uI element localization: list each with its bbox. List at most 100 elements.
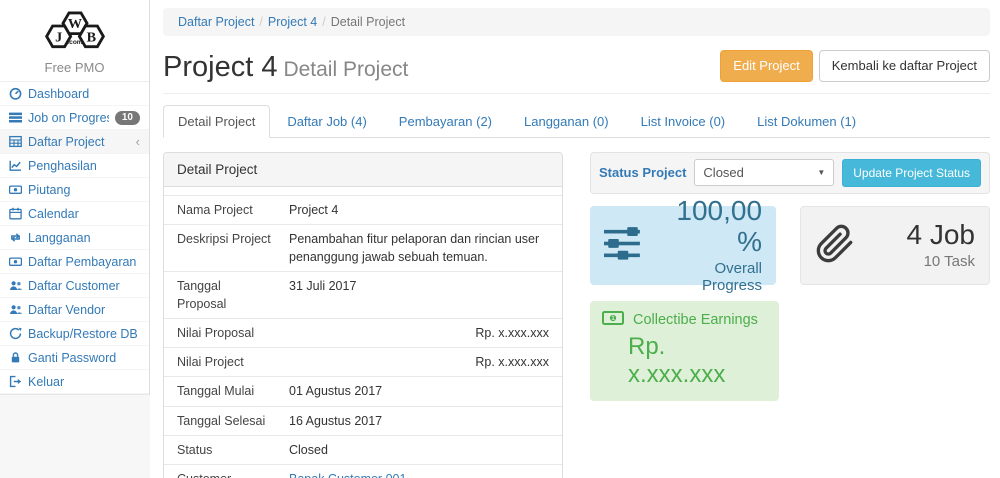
svg-text:J: J [55, 29, 62, 45]
sidebar-item-daftar-customer[interactable]: Daftar Customer [0, 274, 149, 298]
sidebar-item-label: Langganan [28, 231, 140, 245]
table-row: Nilai Project Rp. x.xxx.xxx [164, 348, 562, 377]
paperclip-icon [815, 224, 855, 267]
row-value: Bapak Customer 001 [276, 464, 562, 478]
tab-detail-project[interactable]: Detail Project [163, 105, 270, 138]
header-actions: Edit Project Kembali ke daftar Project [720, 50, 990, 84]
project-title: Project 4 [163, 51, 277, 83]
tab-list-dokumen[interactable]: List Dokumen (1) [742, 105, 871, 138]
job-text: 4 Job 10 Task [867, 220, 975, 270]
sidebar-item-label: Daftar Project [28, 135, 130, 149]
right-column: Status Project Closed ▼ Update Project S… [590, 152, 990, 401]
sidebar-item-label: Backup/Restore DB [28, 327, 140, 341]
brand-name: Free PMO [0, 60, 149, 75]
sidebar-item-calendar[interactable]: Calendar [0, 202, 149, 226]
sidebar-item-daftar-vendor[interactable]: Daftar Vendor [0, 298, 149, 322]
detail-project-panel: Detail Project Nama Project Project 4 De… [163, 152, 563, 478]
sidebar-item-ganti-password[interactable]: Ganti Password [0, 346, 149, 370]
sidebar-item-label: Penghasilan [28, 159, 140, 173]
page-header: Project 4Detail Project Edit Project Kem… [163, 50, 990, 94]
row-label: Nilai Project [164, 348, 276, 377]
status-select-value: Closed [703, 165, 743, 180]
row-label: Nilai Proposal [164, 319, 276, 348]
tab-list-invoice[interactable]: List Invoice (0) [626, 105, 741, 138]
sidebar-item-daftar-pembayaran[interactable]: Daftar Pembayaran [0, 250, 149, 274]
sidebar-item-label: Daftar Pembayaran [28, 255, 140, 269]
row-label: Nama Project [164, 195, 276, 224]
row-value: Penambahan fitur pelaporan dan rincian u… [276, 224, 562, 271]
progress-value: 100,00 % [654, 196, 762, 258]
sidebar-item-piutang[interactable]: Piutang [0, 178, 149, 202]
breadcrumb-separator: / [322, 15, 325, 29]
table-row: Tanggal Selesai 16 Agustus 2017 [164, 406, 562, 435]
svg-text:W: W [67, 16, 81, 32]
sidebar-nav: Dashboard Job on Progress 10 Daftar Proj… [0, 82, 149, 394]
tab-langganan[interactable]: Langganan (0) [509, 105, 624, 138]
earnings-value: Rp. x.xxx.xxx [628, 333, 767, 389]
svg-text:B: B [86, 29, 96, 45]
retweet-icon [9, 231, 22, 244]
status-select[interactable]: Closed ▼ [694, 159, 834, 186]
sidebar-item-backup-restore-db[interactable]: Backup/Restore DB [0, 322, 149, 346]
row-label: Customer [164, 464, 276, 478]
sidebar-item-label: Piutang [28, 183, 140, 197]
sidebar-item-penghasilan[interactable]: Penghasilan [0, 154, 149, 178]
row-value: Rp. x.xxx.xxx [276, 348, 562, 377]
sidebar-item-job-on-progress[interactable]: Job on Progress 10 [0, 106, 149, 130]
table-row: Status Closed [164, 435, 562, 464]
app-layout: W J B .com Free PMO Dashboard Job on Pro… [0, 0, 1000, 478]
edit-project-button[interactable]: Edit Project [720, 50, 812, 82]
users-icon [9, 279, 22, 292]
tab-pembayaran[interactable]: Pembayaran (2) [384, 105, 507, 138]
row-label: Tanggal Proposal [164, 271, 276, 318]
tab-bar: Detail Project Daftar Job (4) Pembayaran… [163, 105, 990, 138]
row-label: Tanggal Selesai [164, 406, 276, 435]
detail-table: Nama Project Project 4 Deskripsi Project… [164, 195, 562, 478]
update-project-status-button[interactable]: Update Project Status [842, 159, 981, 187]
row-label: Tanggal Mulai [164, 377, 276, 406]
row-value: 01 Agustus 2017 [276, 377, 562, 406]
stat-cards-row: 100,00 % Overall Progress 4 Job 10 Task [590, 206, 990, 285]
sidebar-item-dashboard[interactable]: Dashboard [0, 82, 149, 106]
back-to-project-list-button[interactable]: Kembali ke daftar Project [819, 50, 990, 82]
main-content: Daftar Project / Project 4 / Detail Project … [150, 0, 1000, 478]
sign-out-icon [9, 375, 22, 388]
dashboard-icon [9, 87, 22, 100]
breadcrumb: Daftar Project / Project 4 / Detail Project [163, 8, 990, 36]
table-row: Tanggal Proposal 31 Juli 2017 [164, 271, 562, 318]
overall-progress-card: 100,00 % Overall Progress [590, 206, 776, 285]
tasks-icon [604, 227, 642, 263]
sidebar-item-daftar-project[interactable]: Daftar Project ‹ [0, 130, 149, 154]
sidebar-item-label: Daftar Customer [28, 279, 140, 293]
task-count: 10 Task [867, 253, 975, 270]
customer-link[interactable]: Bapak Customer 001 [289, 472, 406, 478]
row-label: Status [164, 435, 276, 464]
progress-text: 100,00 % Overall Progress [654, 196, 762, 294]
breadcrumb-link-project-4[interactable]: Project 4 [268, 15, 317, 29]
earnings-header: 1 Collectibe Earnings [602, 311, 767, 329]
sidebar-item-langganan[interactable]: Langganan [0, 226, 149, 250]
refresh-icon [9, 327, 22, 340]
table-row: Nilai Proposal Rp. x.xxx.xxx [164, 319, 562, 348]
sidebar-item-keluar[interactable]: Keluar [0, 370, 149, 394]
row-label: Deskripsi Project [164, 224, 276, 271]
sidebar-item-label: Job on Progress [28, 111, 109, 125]
progress-caption: Overall Progress [654, 260, 762, 294]
breadcrumb-separator: / [259, 15, 262, 29]
table-row: Customer Bapak Customer 001 [164, 464, 562, 478]
row-value: Project 4 [276, 195, 562, 224]
brand-logo: W J B .com Free PMO [0, 0, 149, 82]
tab-daftar-job[interactable]: Daftar Job (4) [272, 105, 381, 138]
tasks-icon [9, 111, 22, 124]
jwb-hexagon-logo: W J B .com [39, 8, 111, 56]
job-count: 4 Job [867, 220, 975, 251]
sidebar-item-label: Dashboard [28, 87, 140, 101]
breadcrumb-link-daftar-project[interactable]: Daftar Project [178, 15, 254, 29]
chevron-left-icon: ‹ [136, 134, 140, 149]
row-value: Rp. x.xxx.xxx [276, 319, 562, 348]
breadcrumb-current: Detail Project [331, 15, 405, 29]
table-row: Deskripsi Project Penambahan fitur pelap… [164, 224, 562, 271]
svg-text:.com: .com [67, 39, 82, 46]
money-icon [9, 183, 22, 196]
panel-title: Detail Project [164, 153, 562, 187]
